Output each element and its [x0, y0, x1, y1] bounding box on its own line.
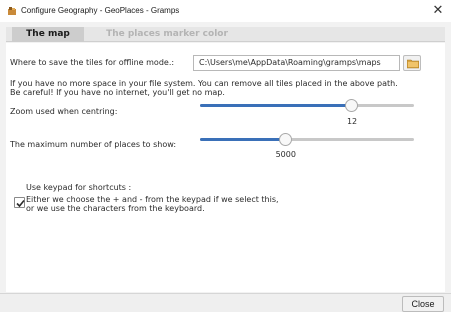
- tab-bar: The map The places marker color: [6, 27, 445, 42]
- tab-the-map[interactable]: The map: [12, 27, 84, 42]
- window-close-button[interactable]: ✕: [429, 2, 447, 20]
- max-places-slider[interactable]: [200, 133, 414, 148]
- internet-note: Be careful! If you have no internet, you…: [10, 88, 225, 97]
- browse-folder-button[interactable]: [403, 55, 421, 71]
- keypad-explanation-1: Either we choose the + and - from the ke…: [26, 195, 279, 204]
- zoom-slider-handle[interactable]: [345, 99, 359, 112]
- zoom-slider[interactable]: [200, 99, 414, 114]
- folder-icon: [407, 59, 419, 69]
- space-note: If you have no more space in your file s…: [10, 79, 398, 88]
- keypad-label: Use keypad for shortcuts :: [26, 183, 132, 192]
- tiles-path-label: Where to save the tiles for offline mode…: [10, 58, 175, 67]
- window-title: Configure Geography - GeoPlaces - Gramps: [21, 6, 180, 15]
- max-places-label: The maximum number of places to show:: [10, 140, 177, 149]
- checkmark-icon: [16, 199, 25, 208]
- dialog-client: The map The places marker color Where to…: [0, 22, 451, 312]
- tab-places-marker-color[interactable]: The places marker color: [102, 27, 232, 42]
- zoom-label: Zoom used when centring:: [10, 107, 118, 116]
- zoom-slider-fill: [200, 104, 352, 107]
- dialog-footer: Close: [0, 293, 451, 312]
- title-bar: Configure Geography - GeoPlaces - Gramps…: [0, 0, 451, 22]
- keypad-explanation-2: or we use the characters from the keyboa…: [26, 204, 205, 213]
- max-places-value: 5000: [275, 150, 296, 159]
- gramps-app-icon: [8, 7, 16, 15]
- max-places-slider-fill: [200, 138, 286, 141]
- map-settings-panel: Where to save the tiles for offline mode…: [6, 43, 445, 292]
- tiles-path-field[interactable]: C:\Users\me\AppData\Roaming\gramps\maps: [193, 55, 400, 71]
- close-button[interactable]: Close: [402, 296, 444, 312]
- keypad-checkbox[interactable]: [14, 197, 25, 208]
- max-places-slider-handle[interactable]: [279, 133, 293, 146]
- zoom-value: 12: [346, 117, 358, 126]
